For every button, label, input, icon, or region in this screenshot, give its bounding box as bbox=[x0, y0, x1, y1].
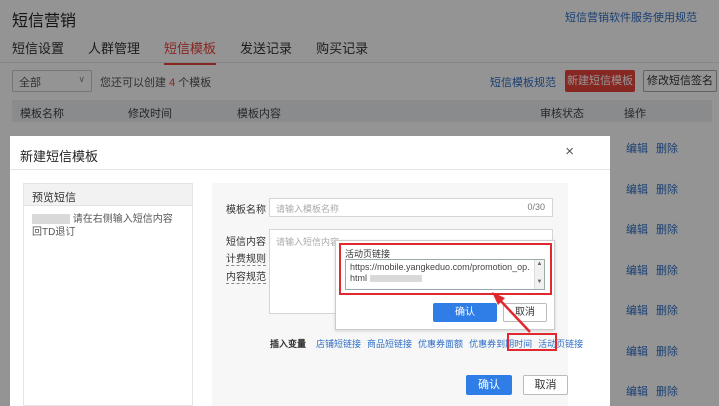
annotation-arrow-icon bbox=[492, 292, 531, 333]
